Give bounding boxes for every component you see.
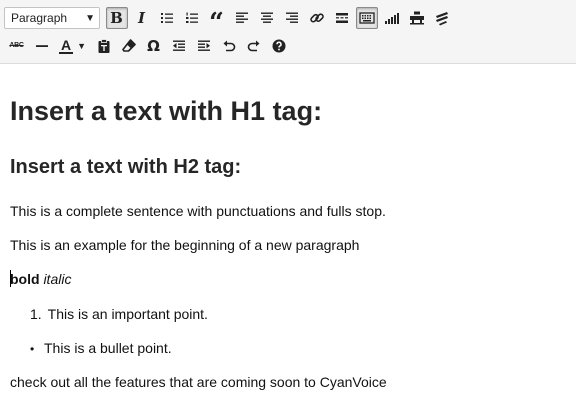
ordered-item-text: This is an important point. [47, 306, 208, 322]
layers-icon [435, 12, 448, 26]
read-more-icon [335, 13, 348, 23]
numbered-list-icon [185, 12, 198, 23]
heading-1: Insert a text with H1 tag: [10, 96, 323, 126]
text-color-icon: A [58, 37, 74, 54]
bullet-list-button[interactable] [156, 7, 178, 29]
toolbar-toggle-icon [358, 12, 375, 24]
align-left-icon [235, 12, 248, 23]
bold-icon: B [110, 9, 123, 27]
list-number: 1. [30, 306, 42, 322]
paragraph-sentence: This is a complete sentence with punctua… [10, 203, 386, 219]
format-select[interactable]: Paragraph ▼ [4, 7, 100, 29]
bullet-list-item: • This is a bullet point. [30, 340, 172, 356]
bold-text: bold [10, 271, 40, 287]
italic-text: italic [43, 271, 72, 287]
toolbar-row-2: ABC A ▼ Ω [4, 33, 291, 59]
signal-button[interactable] [381, 7, 403, 29]
signal-icon [384, 13, 399, 24]
align-right-icon [285, 12, 298, 23]
editor-toolbar: Paragraph ▼ B I “ ABC A ▼ Ω [0, 0, 576, 64]
bullet-icon: • [30, 342, 35, 356]
increase-indent-button[interactable] [193, 35, 215, 57]
undo-icon [223, 40, 235, 52]
horizontal-line-icon [35, 45, 48, 47]
chevron-down-icon: ▼ [77, 41, 87, 51]
italic-icon: I [137, 9, 146, 27]
heading-2: Insert a text with H2 tag: [10, 156, 242, 178]
layers-button[interactable] [431, 7, 453, 29]
align-right-button[interactable] [281, 7, 303, 29]
increase-indent-icon [197, 40, 210, 51]
italic-button[interactable]: I [131, 7, 153, 29]
special-character-icon: Ω [147, 37, 160, 55]
tables-button[interactable] [406, 7, 428, 29]
format-select-value: Paragraph [11, 11, 68, 25]
bullet-list-icon [160, 13, 173, 23]
text-color-button[interactable]: A ▼ [56, 35, 90, 57]
link-button[interactable] [306, 7, 328, 29]
chevron-down-icon: ▼ [85, 12, 95, 24]
link-icon [309, 13, 324, 23]
help-icon [272, 39, 285, 53]
horizontal-line-button[interactable] [31, 35, 53, 57]
blockquote-button[interactable]: “ [206, 7, 228, 36]
read-more-button[interactable] [331, 7, 353, 29]
clear-formatting-button[interactable] [118, 35, 140, 57]
editor-content[interactable]: Insert a text with H1 tag: Insert a text… [10, 64, 566, 400]
align-left-button[interactable] [231, 7, 253, 29]
align-center-button[interactable] [256, 7, 278, 29]
redo-icon [247, 40, 259, 52]
paste-as-text-icon [98, 39, 109, 53]
redo-button[interactable] [243, 35, 265, 57]
align-center-icon [260, 12, 273, 23]
bullet-item-text: This is a bullet point. [44, 340, 172, 356]
paragraph-features: check out all the features that are comi… [10, 374, 387, 390]
strikethrough-button[interactable]: ABC [6, 35, 28, 57]
decrease-indent-icon [172, 40, 185, 51]
paragraph-formatted: bold italic [10, 271, 71, 287]
ordered-list-item: 1. This is an important point. [30, 306, 208, 322]
numbered-list-button[interactable] [181, 7, 203, 29]
help-button[interactable] [268, 35, 290, 57]
undo-button[interactable] [218, 35, 240, 57]
strikethrough-icon: ABC [9, 42, 24, 49]
tables-icon [409, 11, 424, 25]
paragraph-example: This is an example for the beginning of … [10, 237, 360, 253]
bold-button[interactable]: B [105, 7, 128, 29]
special-character-button[interactable]: Ω [143, 35, 165, 57]
clear-formatting-icon [121, 39, 136, 52]
decrease-indent-button[interactable] [168, 35, 190, 57]
toolbar-row-1: Paragraph ▼ B I “ [4, 5, 454, 36]
toolbar-toggle-button[interactable] [355, 7, 378, 29]
paste-as-text-button[interactable] [93, 35, 115, 57]
